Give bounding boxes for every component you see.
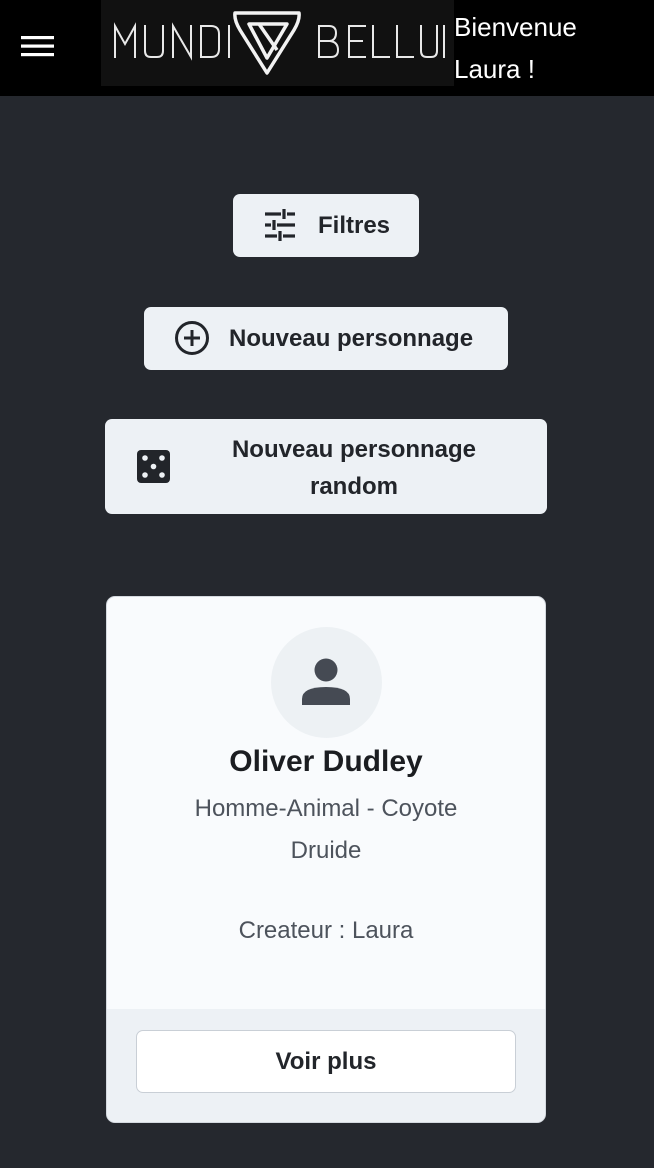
card-footer: Voir plus bbox=[107, 1009, 545, 1122]
filters-label: Filtres bbox=[318, 212, 391, 239]
logo[interactable] bbox=[101, 0, 454, 86]
logo-mark bbox=[114, 11, 445, 75]
character-race: Homme-Animal - Coyote bbox=[194, 795, 458, 822]
new-character-label: Nouveau personnage bbox=[229, 325, 474, 352]
character-creator: Createur : Laura bbox=[238, 917, 414, 944]
top-navbar: Bienvenue Laura ! bbox=[0, 0, 654, 96]
dice-icon bbox=[137, 450, 170, 483]
person-icon bbox=[302, 658, 350, 705]
new-character-button[interactable]: Nouveau personnage bbox=[144, 307, 508, 370]
avatar bbox=[271, 627, 382, 738]
character-card: Oliver Dudley Homme-Animal - Coyote Drui… bbox=[106, 596, 546, 1123]
character-class: Druide bbox=[290, 837, 362, 864]
hamburger-menu-icon bbox=[21, 36, 54, 57]
character-name: Oliver Dudley bbox=[229, 745, 423, 778]
see-more-button[interactable]: Voir plus bbox=[136, 1030, 516, 1093]
new-random-character-button[interactable]: Nouveau personnage random bbox=[105, 419, 547, 514]
sliders-icon bbox=[265, 209, 295, 241]
plus-circle-icon bbox=[175, 321, 209, 355]
welcome-message: Bienvenue Laura ! bbox=[454, 12, 577, 84]
menu-button[interactable] bbox=[20, 32, 56, 62]
new-random-character-label: Nouveau personnage random bbox=[231, 436, 477, 500]
filters-button[interactable]: Filtres bbox=[233, 194, 419, 257]
